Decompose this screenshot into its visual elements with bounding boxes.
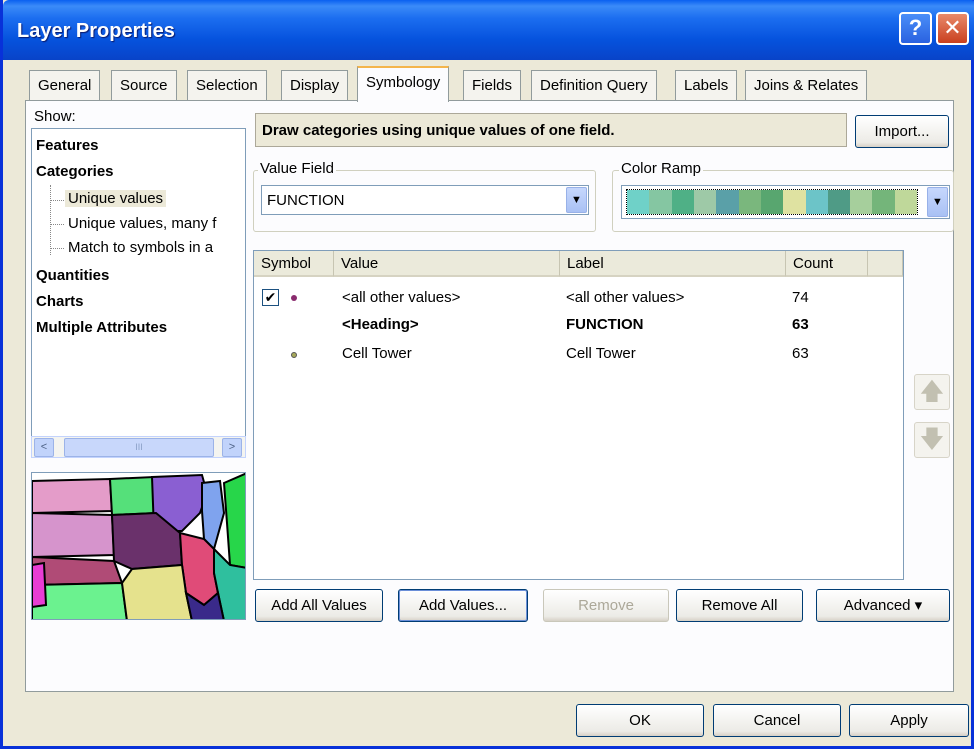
row-visibility-checkbox[interactable]: ✔ xyxy=(262,289,279,306)
tree-connector xyxy=(50,248,64,249)
import-button[interactable]: Import... xyxy=(855,115,949,148)
tab-symbology[interactable]: Symbology xyxy=(357,66,450,102)
layer-properties-dialog: Layer Properties ? ✕ General Source Sele… xyxy=(0,0,974,749)
caret-down-icon: ▾ xyxy=(914,597,923,614)
remove-all-button[interactable]: Remove All xyxy=(676,589,803,622)
ok-button[interactable]: OK xyxy=(576,704,704,737)
value-field-dropdown[interactable]: FUNCTION ▼ xyxy=(261,185,589,215)
row-value[interactable]: <all other values> xyxy=(342,289,460,306)
point-symbol-icon[interactable] xyxy=(291,352,297,358)
chevron-down-icon[interactable]: ▼ xyxy=(927,187,948,217)
column-header-filler xyxy=(868,251,903,277)
cancel-button[interactable]: Cancel xyxy=(713,704,841,737)
map-preview-image xyxy=(31,472,246,620)
tree-item-unique-values-many[interactable]: Unique values, many f xyxy=(68,215,216,232)
tab-fields[interactable]: Fields xyxy=(463,70,522,100)
color-ramp-swatch xyxy=(872,190,895,214)
advanced-label: Advanced xyxy=(843,597,911,614)
renderer-tree[interactable]: Features Categories Unique values Unique… xyxy=(31,128,246,458)
color-ramp-swatch xyxy=(850,190,873,214)
point-symbol-icon[interactable] xyxy=(291,295,297,301)
column-header-value[interactable]: Value xyxy=(334,251,560,277)
tree-item-match-symbols[interactable]: Match to symbols in a xyxy=(68,239,213,256)
move-down-icon[interactable]: 🡇 xyxy=(914,422,950,458)
tab-definition-query[interactable]: Definition Query xyxy=(531,70,657,100)
scroll-right-arrow[interactable]: > xyxy=(222,438,242,457)
color-ramp-dropdown[interactable]: ▼ xyxy=(621,185,950,219)
tree-item-unique-values[interactable]: Unique values xyxy=(65,190,167,207)
row-label[interactable]: FUNCTION xyxy=(566,316,644,333)
column-header-count[interactable]: Count xyxy=(786,251,868,277)
color-ramp-swatch xyxy=(738,190,761,214)
renderer-description: Draw categories using unique values of o… xyxy=(255,113,847,147)
tree-item-categories[interactable]: Categories xyxy=(36,163,114,180)
color-ramp-swatches xyxy=(626,189,918,215)
help-button[interactable]: ? xyxy=(899,12,932,45)
tab-joins-relates[interactable]: Joins & Relates xyxy=(745,70,868,100)
add-values-button[interactable]: Add Values... xyxy=(398,589,528,622)
column-header-label[interactable]: Label xyxy=(560,251,786,277)
row-count: 63 xyxy=(792,316,809,333)
color-ramp-swatch xyxy=(827,190,851,214)
row-value[interactable]: <Heading> xyxy=(342,316,419,333)
symbol-value-table[interactable]: Symbol Value Label Count ✔ <all other va… xyxy=(253,250,904,580)
color-ramp-swatch xyxy=(760,190,784,214)
tab-general[interactable]: General xyxy=(29,70,101,100)
color-ramp-swatch xyxy=(716,190,739,214)
color-ramp-swatch xyxy=(805,190,828,214)
tree-item-features[interactable]: Features xyxy=(36,137,99,154)
tree-item-quantities[interactable]: Quantities xyxy=(36,267,109,284)
column-header-symbol[interactable]: Symbol xyxy=(254,251,334,277)
add-all-values-button[interactable]: Add All Values xyxy=(255,589,383,622)
row-count: 74 xyxy=(792,289,809,306)
row-label[interactable]: <all other values> xyxy=(566,289,684,306)
row-label[interactable]: Cell Tower xyxy=(566,345,636,362)
show-label: Show: xyxy=(34,108,76,125)
tree-item-charts[interactable]: Charts xyxy=(36,293,84,310)
tab-labels[interactable]: Labels xyxy=(675,70,738,100)
tree-connector xyxy=(50,185,51,255)
scroll-thumb[interactable]: III xyxy=(64,438,214,457)
remove-button[interactable]: Remove xyxy=(543,589,669,622)
tab-selection[interactable]: Selection xyxy=(187,70,267,100)
move-up-icon[interactable]: 🡅 xyxy=(914,374,950,410)
color-ramp-swatch xyxy=(693,190,717,214)
row-value[interactable]: Cell Tower xyxy=(342,345,412,362)
scroll-left-arrow[interactable]: < xyxy=(34,438,54,457)
tree-connector xyxy=(50,224,64,225)
tree-horizontal-scrollbar[interactable]: < III > xyxy=(31,436,246,458)
color-ramp-swatch xyxy=(649,190,672,214)
map-preview-svg xyxy=(32,473,245,619)
close-button[interactable]: ✕ xyxy=(936,12,969,45)
color-ramp-swatch xyxy=(783,190,806,214)
value-field-selected: FUNCTION xyxy=(267,192,345,209)
chevron-down-icon[interactable]: ▼ xyxy=(566,187,587,213)
tab-source[interactable]: Source xyxy=(111,70,177,100)
color-ramp-swatch xyxy=(627,190,650,214)
window-title: Layer Properties xyxy=(17,20,175,42)
advanced-button[interactable]: Advanced ▾ xyxy=(816,589,950,622)
row-count: 63 xyxy=(792,345,809,362)
color-ramp-swatch xyxy=(894,190,918,214)
value-field-label: Value Field xyxy=(258,160,336,177)
tab-display[interactable]: Display xyxy=(281,70,349,100)
color-ramp-swatch xyxy=(671,190,694,214)
tree-connector xyxy=(50,200,64,201)
tree-item-multiple-attributes[interactable]: Multiple Attributes xyxy=(36,319,167,336)
apply-button[interactable]: Apply xyxy=(849,704,969,737)
title-bar: Layer Properties ? ✕ xyxy=(3,0,974,60)
color-ramp-label: Color Ramp xyxy=(619,160,704,177)
